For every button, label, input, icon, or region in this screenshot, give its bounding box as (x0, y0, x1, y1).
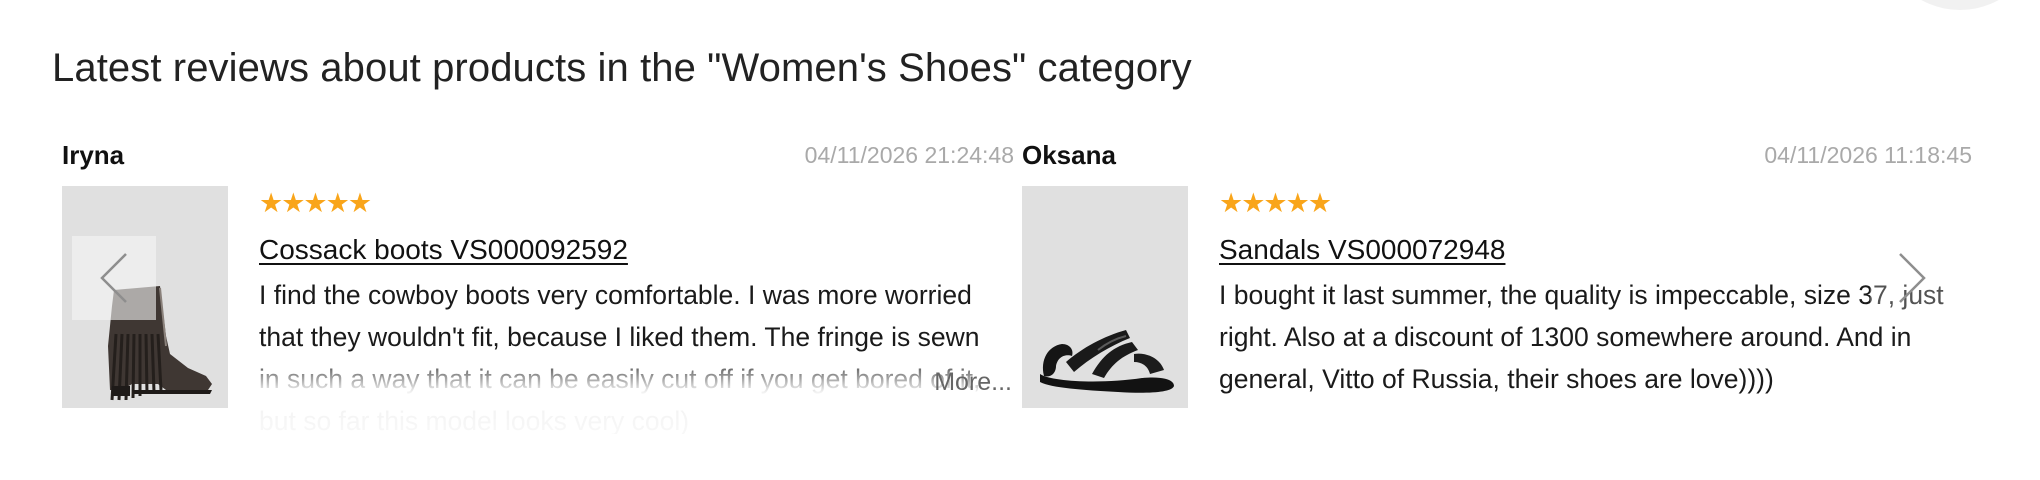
review-text: I bought it last summer, the quality is … (1219, 280, 1944, 394)
decorative-circle (1880, 0, 2040, 10)
review-card: Oksana 04/11/2026 11:18:45 ★★★★★ Sandals… (1022, 134, 1972, 434)
chevron-right-icon (1899, 253, 1926, 303)
review-date: 04/11/2026 11:18:45 (1764, 142, 1972, 168)
section-title: Latest reviews about products in the "Wo… (52, 46, 1192, 90)
product-link[interactable]: Cossack boots VS000092592 (259, 234, 628, 266)
reviewer-name: Iryna (62, 140, 125, 170)
rating-stars: ★★★★★ (1219, 188, 1332, 218)
sandal-image (1022, 186, 1188, 408)
review-card: Iryna 04/11/2026 21:24:48 ★★★★★ Cossack … (62, 134, 1014, 434)
more-link[interactable]: More... (934, 368, 1012, 397)
chevron-left-icon (100, 253, 127, 303)
review-date: 04/11/2026 21:24:48 (804, 142, 1014, 168)
product-image-link[interactable] (1022, 186, 1188, 408)
carousel-next-button[interactable] (1870, 236, 1954, 320)
review-text: I find the cowboy boots very comfortable… (259, 280, 981, 434)
rating-stars: ★★★★★ (259, 188, 372, 218)
carousel-prev-button[interactable] (72, 236, 156, 320)
product-link[interactable]: Sandals VS000072948 (1219, 234, 1505, 266)
reviewer-name: Oksana (1022, 140, 1116, 170)
